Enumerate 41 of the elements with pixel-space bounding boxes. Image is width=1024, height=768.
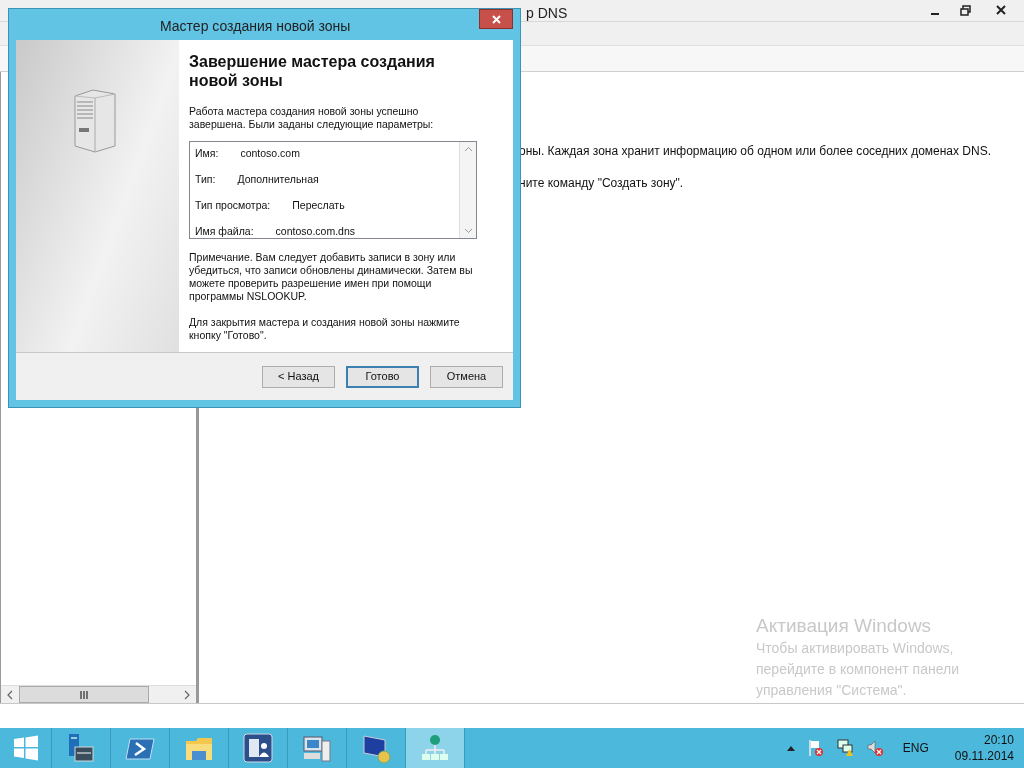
wizard-heading: Завершение мастера создания новой зоны — [189, 52, 436, 90]
window-title: р DNS — [526, 4, 568, 23]
restore-icon — [959, 4, 971, 16]
scroll-up-icon[interactable] — [463, 146, 473, 152]
dialog-button[interactable]: < Назад — [262, 365, 335, 388]
minimize-icon — [931, 13, 939, 15]
grip-icon — [80, 690, 88, 699]
show-hidden-icons-icon[interactable] — [786, 745, 795, 751]
summary-value: contoso.com — [240, 147, 300, 160]
clock-time[interactable]: 20:10 — [983, 732, 1014, 748]
network-icon — [420, 733, 450, 763]
taskbar-app-button[interactable] — [406, 728, 465, 768]
dialog-title: Мастер создания новой зоны — [160, 17, 351, 36]
close-button[interactable] — [479, 9, 513, 29]
dialog-button[interactable]: Готово — [346, 365, 419, 388]
speaker-error-icon[interactable] — [866, 739, 885, 757]
note-text: Примечание. Вам следует добавить записи в зону или убедиться, что записи обновлены динамически. Затем вы можете проверить разрешение имен при помощи программы NSLOOKUP. — [189, 251, 474, 303]
vertical-scrollbar[interactable] — [459, 142, 476, 238]
close-icon — [996, 5, 1006, 15]
building-user-icon — [243, 733, 273, 763]
summary-label: Имя: — [195, 147, 219, 160]
summary-value: contoso.com.dns — [275, 225, 355, 238]
windows-logo-icon — [12, 735, 39, 761]
summary-value: Дополнительная — [237, 173, 319, 186]
flag-error-icon[interactable] — [806, 739, 825, 757]
horizontal-scrollbar[interactable] — [1, 685, 196, 703]
server-manager-icon — [66, 733, 96, 763]
scroll-down-icon[interactable] — [463, 228, 473, 234]
summary-label: Тип просмотра: — [195, 199, 271, 212]
dialog-button[interactable]: Отмена — [430, 365, 503, 388]
language-indicator[interactable]: ENG — [902, 739, 929, 757]
intro-text: Работа мастера создания новой зоны успешно завершена. Были заданы следующие параметры: — [189, 105, 435, 131]
monitor-icon — [361, 733, 391, 763]
close-icon — [491, 14, 501, 24]
network-warning-icon[interactable] — [836, 739, 855, 757]
summary-label: Имя файла: — [195, 225, 254, 238]
summary-label: Тип: — [195, 173, 216, 186]
closing-text: Для закрытия мастера и создания новой зоны нажмите кнопку "Готово". — [189, 316, 461, 342]
summary-value: Переслать — [292, 199, 345, 212]
computer-icon — [302, 733, 332, 763]
clock-date[interactable]: 09.11.2014 — [954, 748, 1014, 764]
